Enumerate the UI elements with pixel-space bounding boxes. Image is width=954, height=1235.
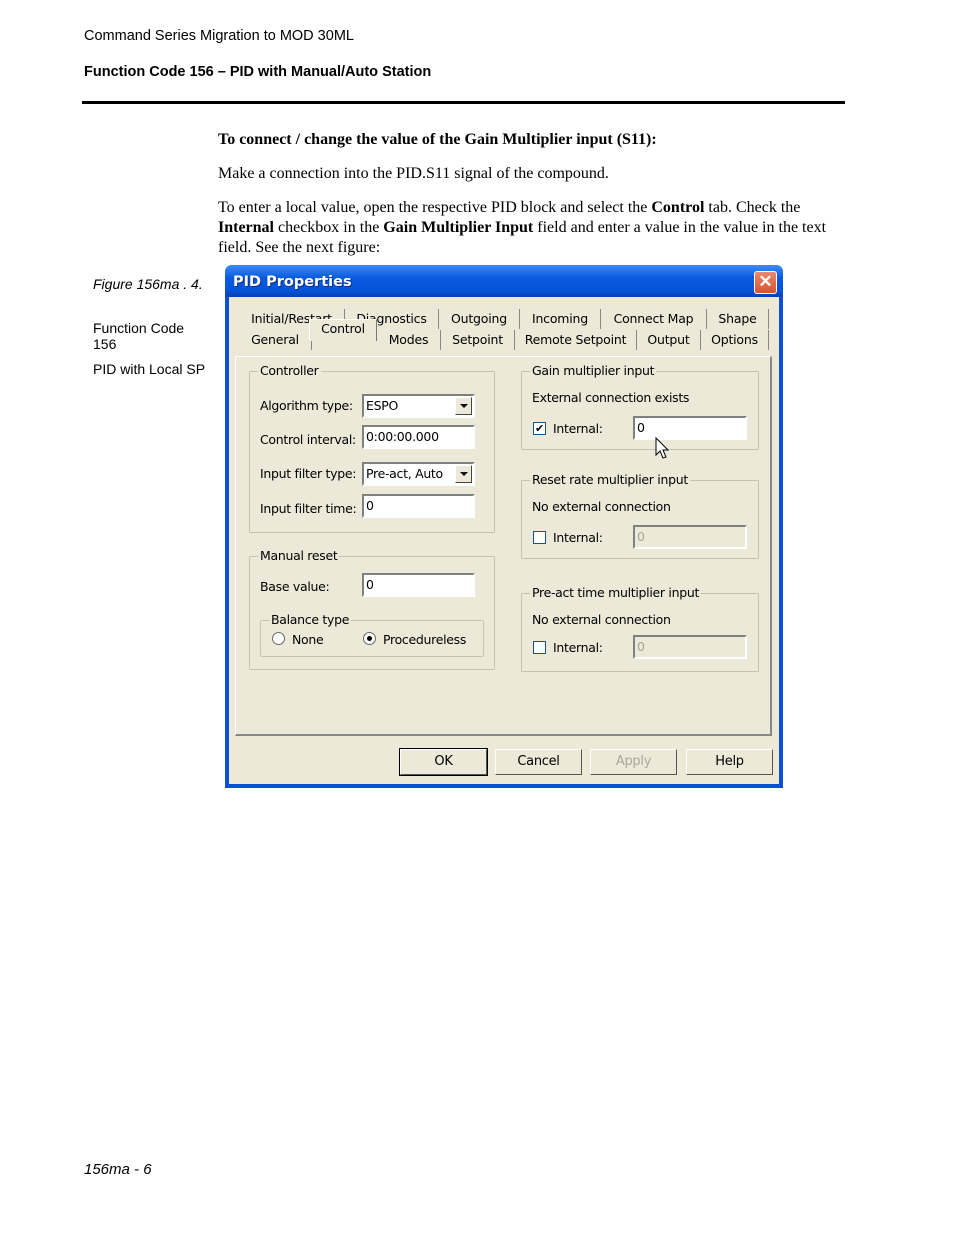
- text-run: To enter a local value, open the respect…: [218, 199, 652, 216]
- pid-properties-dialog: PID Properties ✕ Initial/Restart Diagnos…: [225, 265, 783, 788]
- gain-multiplier-legend: Gain multiplier input: [530, 363, 657, 378]
- reset-rate-group: Reset rate multiplier input No external …: [521, 472, 759, 559]
- chevron-down-icon[interactable]: [455, 397, 472, 415]
- reset-rate-legend: Reset rate multiplier input: [530, 472, 690, 487]
- gain-multiplier-group: Gain multiplier input External connectio…: [521, 363, 759, 450]
- preact-internal-checkbox[interactable]: [533, 641, 546, 654]
- close-icon[interactable]: ✕: [754, 271, 777, 294]
- input-filter-type-select[interactable]: Pre-act, Auto: [362, 462, 475, 486]
- input-filter-type-value: Pre-act, Auto: [366, 466, 443, 481]
- figure-function-code: Function Code 156: [93, 320, 185, 352]
- tab-strip: Initial/Restart Diagnostics Outgoing Inc…: [229, 297, 779, 357]
- paragraph-local-value: To enter a local value, open the respect…: [218, 198, 848, 258]
- base-value-input[interactable]: 0: [362, 573, 475, 597]
- gain-internal-input[interactable]: 0: [633, 416, 747, 440]
- text-run: checkbox in the: [274, 219, 384, 236]
- manual-reset-legend: Manual reset: [258, 548, 340, 563]
- tab-incoming[interactable]: Incoming: [520, 309, 601, 329]
- radio-procedureless[interactable]: [363, 632, 376, 645]
- controller-group: Controller Algorithm type: ESPO Control …: [249, 363, 495, 533]
- section-title: Function Code 156 – PID with Manual/Auto…: [84, 64, 432, 80]
- paragraph-connection: Make a connection into the PID.S11 signa…: [218, 165, 609, 182]
- tab-connect-map[interactable]: Connect Map: [601, 309, 707, 329]
- reset-rate-connection-status: No external connection: [532, 499, 671, 514]
- tab-control[interactable]: Control: [309, 319, 377, 341]
- gain-internal-checkbox[interactable]: ✔: [533, 422, 546, 435]
- manual-reset-group: Manual reset Base value: 0 Balance type …: [249, 548, 495, 670]
- control-tab-panel: Controller Algorithm type: ESPO Control …: [235, 356, 772, 736]
- control-interval-input[interactable]: 0:00:00.000: [362, 425, 475, 449]
- header-rule: [82, 101, 845, 104]
- ok-button[interactable]: OK: [399, 748, 488, 776]
- preact-time-group: Pre-act time multiplier input No externa…: [521, 585, 759, 672]
- tab-options[interactable]: Options: [701, 330, 769, 350]
- controller-legend: Controller: [258, 363, 321, 378]
- apply-button: Apply: [590, 749, 677, 775]
- tab-general[interactable]: General: [239, 330, 312, 350]
- help-button[interactable]: Help: [686, 749, 773, 775]
- reset-rate-internal-checkbox[interactable]: [533, 531, 546, 544]
- balance-type-legend: Balance type: [269, 612, 352, 627]
- algorithm-type-select[interactable]: ESPO: [362, 394, 475, 418]
- tab-setpoint[interactable]: Setpoint: [441, 330, 515, 350]
- text-run-bold: Gain Multiplier Input: [383, 219, 534, 236]
- control-interval-label: Control interval:: [260, 432, 356, 447]
- algorithm-type-value: ESPO: [366, 398, 399, 413]
- dialog-client: Initial/Restart Diagnostics Outgoing Inc…: [229, 297, 779, 784]
- tab-output[interactable]: Output: [637, 330, 701, 350]
- tab-modes[interactable]: Modes: [377, 330, 441, 350]
- preact-internal-label[interactable]: Internal:: [553, 640, 603, 655]
- radio-none[interactable]: [272, 632, 285, 645]
- radio-none-label[interactable]: None: [292, 632, 324, 647]
- dialog-title: PID Properties: [233, 274, 352, 290]
- procedure-heading: To connect / change the value of the Gai…: [218, 131, 657, 148]
- algorithm-type-label: Algorithm type:: [260, 398, 353, 413]
- figure-label: Figure 156ma . 4.: [93, 276, 203, 292]
- reset-rate-internal-input: 0: [633, 525, 747, 549]
- tab-remote-setpoint[interactable]: Remote Setpoint: [515, 330, 637, 350]
- text-run: tab. Check the: [704, 199, 801, 216]
- preact-connection-status: No external connection: [532, 612, 671, 627]
- preact-internal-input: 0: [633, 635, 747, 659]
- figure-description: PID with Local SP: [93, 361, 206, 377]
- cancel-button[interactable]: Cancel: [495, 749, 582, 775]
- text-run-bold: Internal: [218, 219, 274, 236]
- chevron-down-icon[interactable]: [455, 465, 472, 483]
- preact-time-legend: Pre-act time multiplier input: [530, 585, 702, 600]
- mouse-pointer-icon: [655, 437, 670, 459]
- base-value-label: Base value:: [260, 579, 330, 594]
- radio-procedureless-label[interactable]: Procedureless: [383, 632, 466, 647]
- gain-internal-label[interactable]: Internal:: [553, 421, 603, 436]
- tab-shape[interactable]: Shape: [707, 309, 769, 329]
- document-title: Command Series Migration to MOD 30ML: [84, 28, 354, 44]
- reset-rate-internal-label[interactable]: Internal:: [553, 530, 603, 545]
- text-run-bold: Control: [651, 199, 705, 216]
- input-filter-type-label: Input filter type:: [260, 466, 357, 481]
- tab-outgoing[interactable]: Outgoing: [439, 309, 520, 329]
- gain-connection-status: External connection exists: [532, 390, 690, 405]
- input-filter-time-input[interactable]: 0: [362, 494, 475, 518]
- balance-type-group: Balance type None Procedureless: [260, 612, 484, 657]
- dialog-titlebar[interactable]: PID Properties ✕: [225, 265, 783, 297]
- input-filter-time-label: Input filter time:: [260, 501, 357, 516]
- page-number: 156ma - 6: [84, 1161, 152, 1178]
